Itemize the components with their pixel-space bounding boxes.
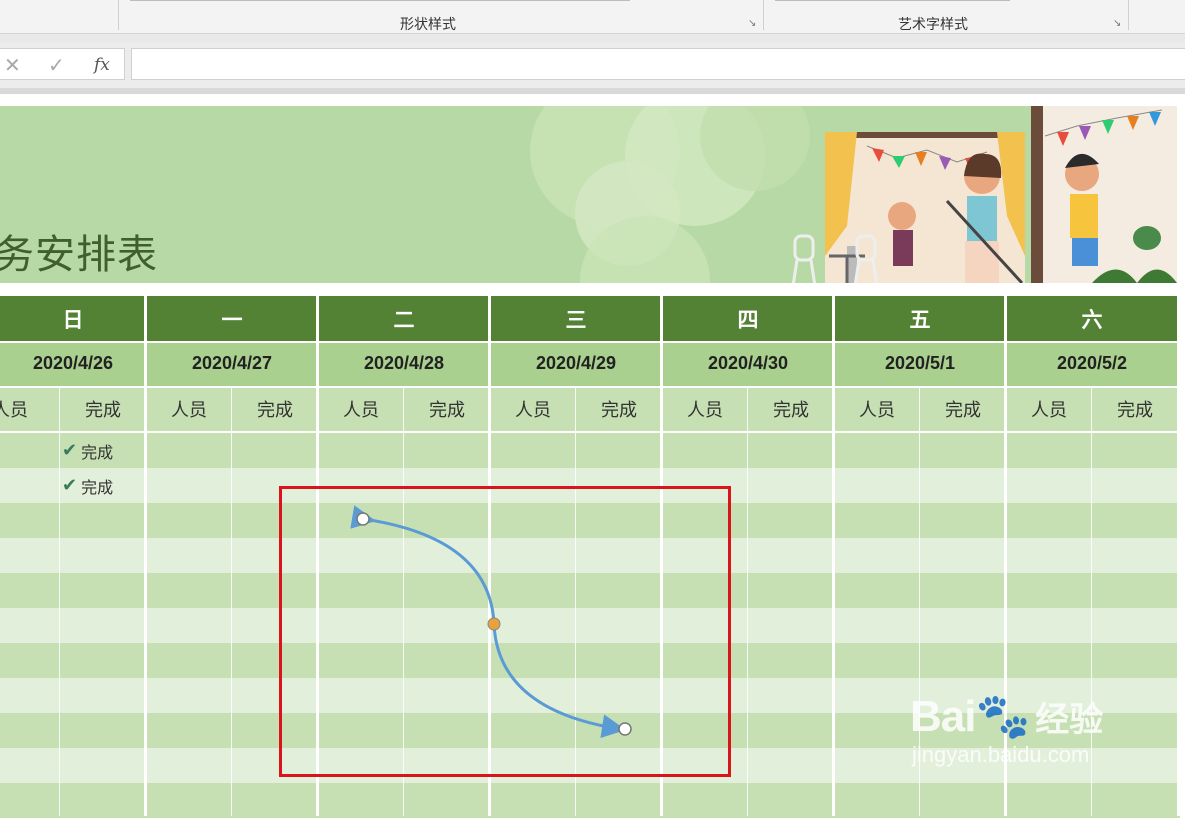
watermark-logo-cn: 经验 <box>1035 700 1104 740</box>
watermark-logo: Bai <box>910 692 976 741</box>
watermark-url: jingyan.baidu.com <box>912 742 1090 767</box>
baidu-watermark: Bai🐾 经验 jingyan.baidu.com <box>910 690 1104 767</box>
highlight-box <box>279 486 731 777</box>
paw-icon: 🐾 <box>975 692 1030 741</box>
